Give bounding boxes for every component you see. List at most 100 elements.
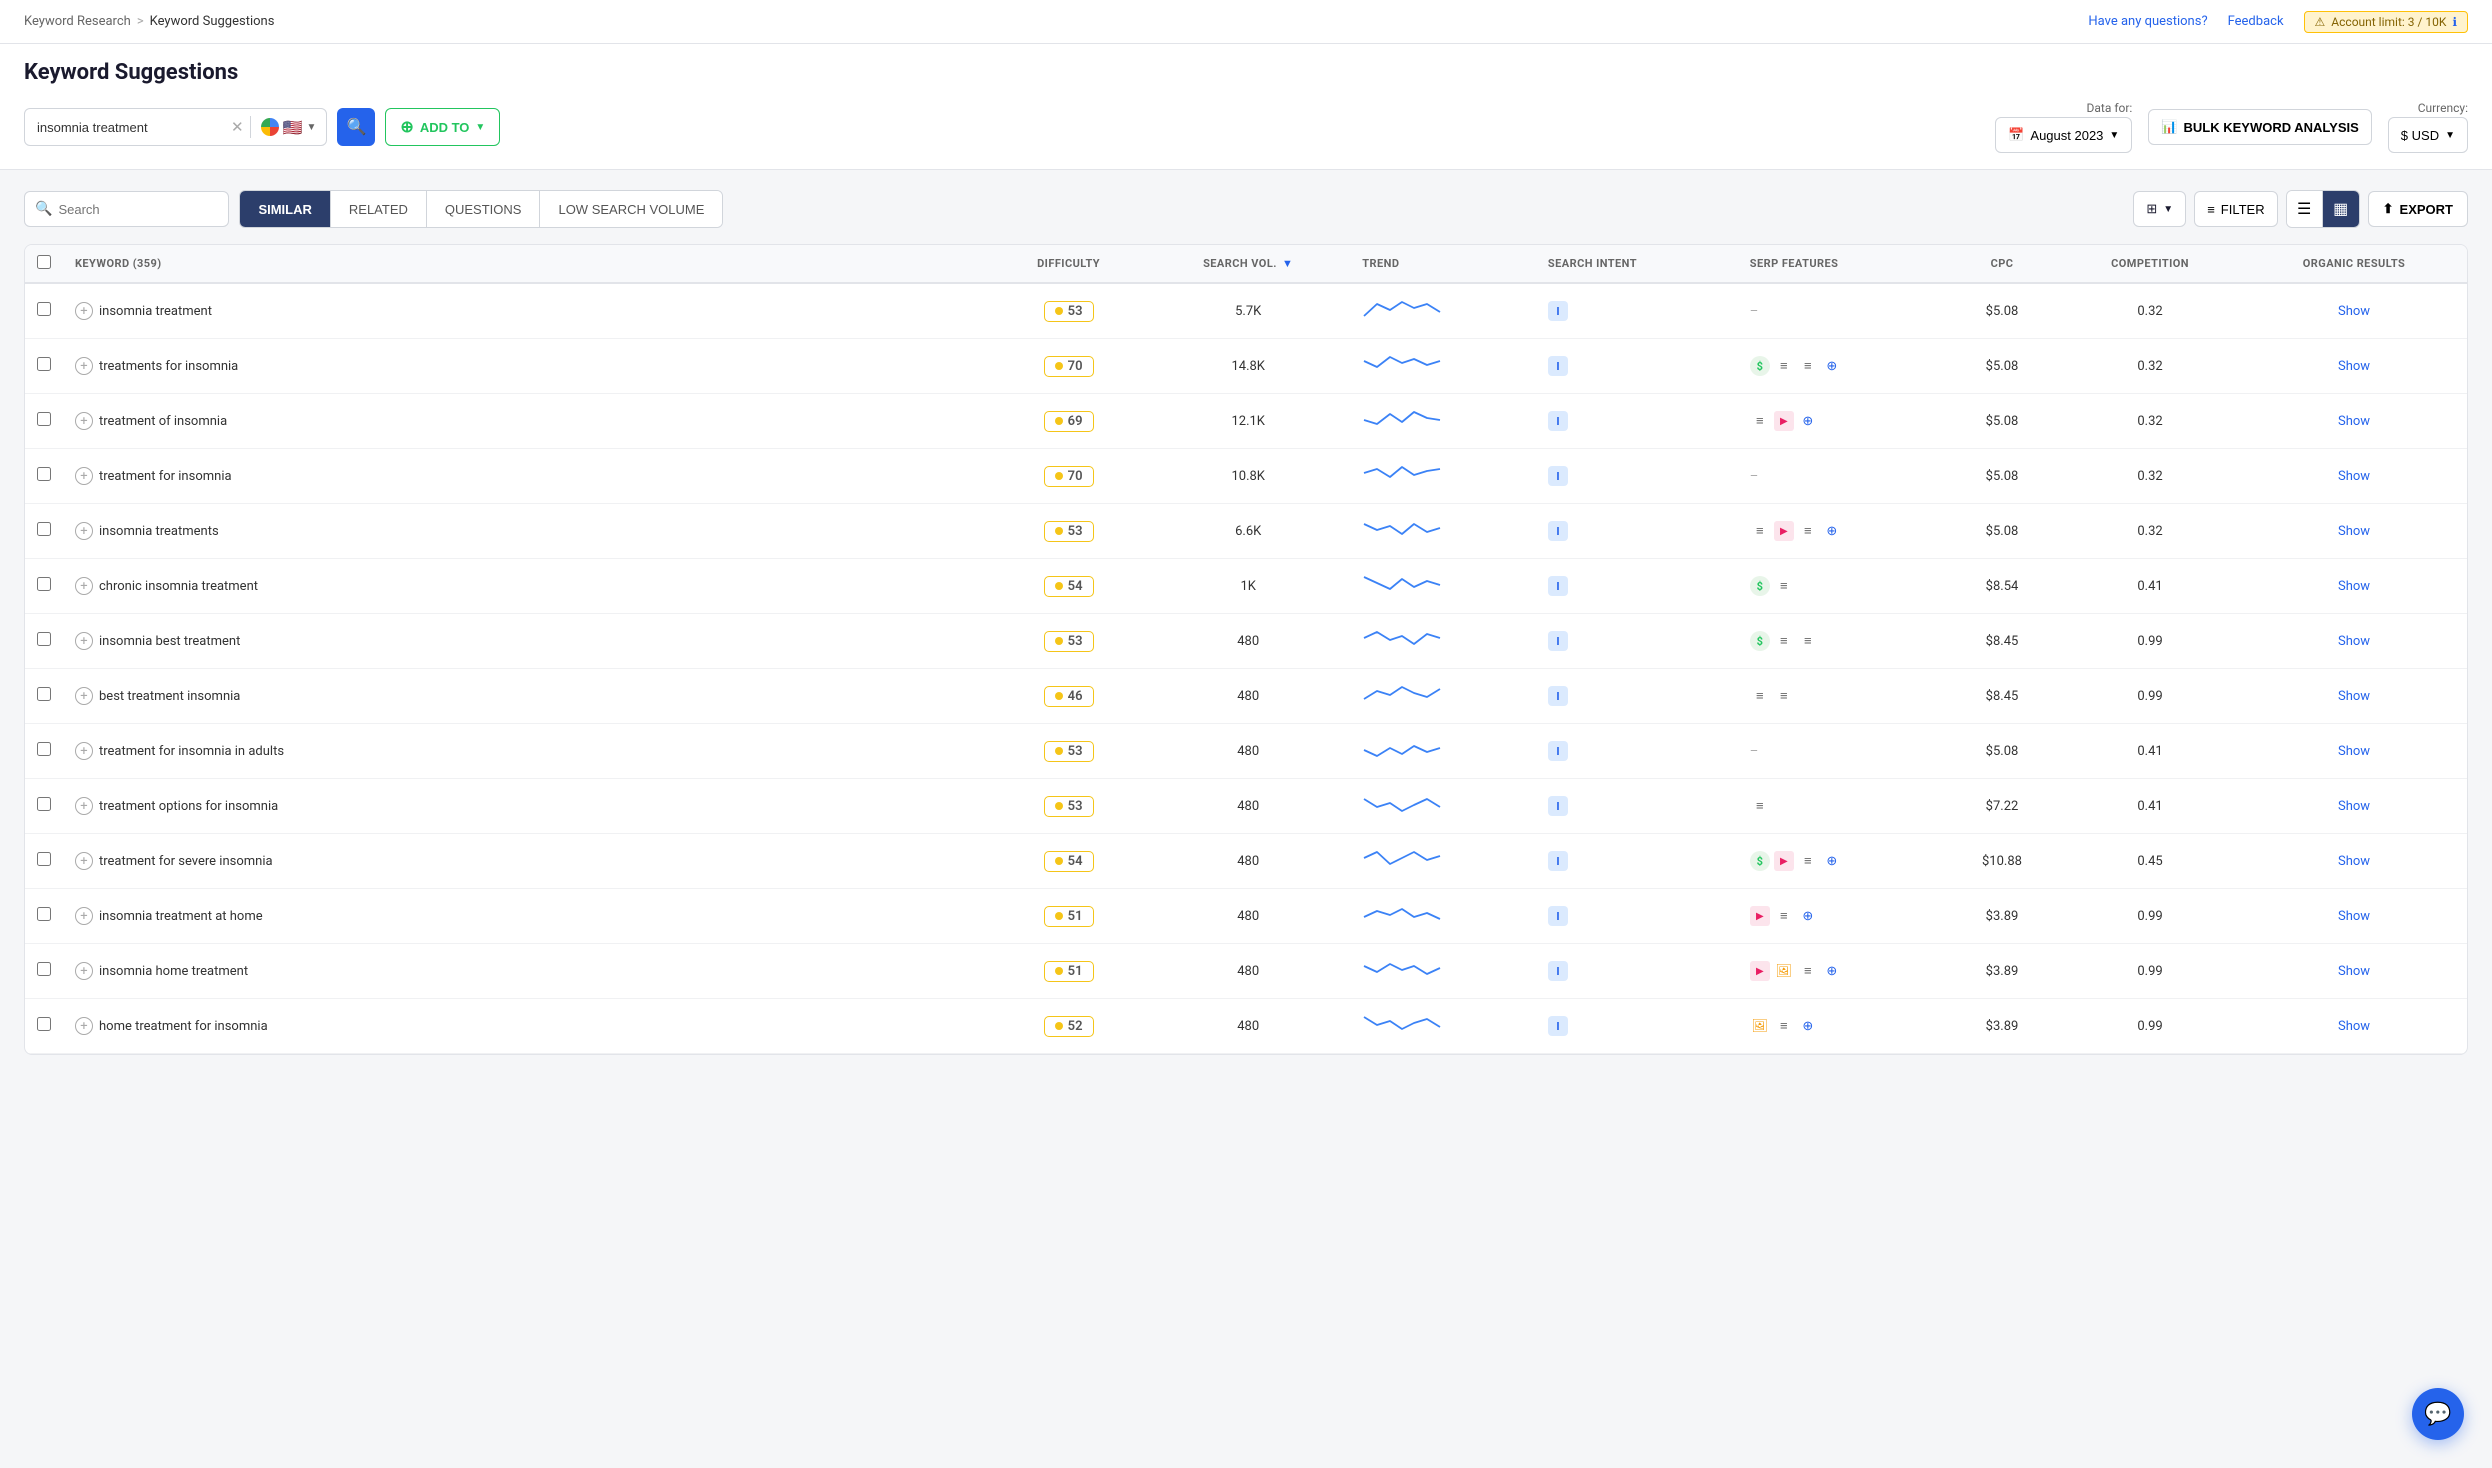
row-checkbox[interactable]: [37, 962, 51, 976]
table-search-input[interactable]: [58, 202, 218, 217]
add-keyword-button[interactable]: +: [75, 632, 93, 650]
tab-similar[interactable]: SIMILAR: [240, 191, 330, 227]
show-organic-link[interactable]: Show: [2338, 854, 2370, 869]
add-keyword-button[interactable]: +: [75, 852, 93, 870]
row-difficulty: 70: [991, 449, 1146, 504]
keyword-input[interactable]: [25, 120, 225, 135]
add-to-button[interactable]: ⊕ ADD TO ▼: [385, 108, 500, 146]
add-keyword-button[interactable]: +: [75, 797, 93, 815]
search-button[interactable]: 🔍: [337, 108, 375, 146]
network-serp-icon: ⊕: [1798, 411, 1818, 431]
row-checkbox[interactable]: [37, 687, 51, 701]
add-keyword-button[interactable]: +: [75, 1017, 93, 1035]
table-body: + insomnia treatment 53 5.7K I – $5.08 0…: [25, 283, 2467, 1054]
export-button[interactable]: ⬆ EXPORT: [2368, 191, 2468, 227]
search-engine-selector[interactable]: 🇺🇸 ▼: [251, 118, 327, 137]
row-trend: [1350, 889, 1536, 944]
row-checkbox[interactable]: [37, 467, 51, 481]
row-organic-results: Show: [2241, 449, 2467, 504]
row-cpc: $3.89: [1945, 889, 2059, 944]
row-checkbox[interactable]: [37, 412, 51, 426]
row-checkbox[interactable]: [37, 907, 51, 921]
network-serp-icon: ⊕: [1822, 356, 1842, 376]
add-keyword-button[interactable]: +: [75, 522, 93, 540]
show-organic-link[interactable]: Show: [2338, 634, 2370, 649]
show-organic-link[interactable]: Show: [2338, 799, 2370, 814]
clear-search-button[interactable]: ✕: [225, 118, 250, 136]
filter-button[interactable]: ≡ FILTER: [2194, 191, 2277, 227]
select-all-checkbox[interactable]: [37, 255, 51, 269]
row-checkbox[interactable]: [37, 302, 51, 316]
add-keyword-button[interactable]: +: [75, 687, 93, 705]
breadcrumb-keyword-research[interactable]: Keyword Research: [24, 14, 131, 29]
show-organic-link[interactable]: Show: [2338, 469, 2370, 484]
tab-low-search-volume[interactable]: LOW SEARCH VOLUME: [540, 191, 722, 227]
currency-selector[interactable]: $ USD ▼: [2388, 117, 2468, 153]
trend-sparkline: [1362, 679, 1442, 709]
row-checkbox[interactable]: [37, 797, 51, 811]
show-organic-link[interactable]: Show: [2338, 579, 2370, 594]
row-checkbox[interactable]: [37, 577, 51, 591]
header-cpc[interactable]: CPC: [1945, 245, 2059, 283]
tab-related[interactable]: RELATED: [331, 191, 427, 227]
chat-bubble[interactable]: 💬: [2412, 1388, 2464, 1440]
show-organic-link[interactable]: Show: [2338, 909, 2370, 924]
keyword-text: insomnia treatment: [99, 304, 212, 319]
row-checkbox[interactable]: [37, 1017, 51, 1031]
add-keyword-button[interactable]: +: [75, 742, 93, 760]
show-organic-link[interactable]: Show: [2338, 304, 2370, 319]
show-organic-link[interactable]: Show: [2338, 964, 2370, 979]
row-checkbox[interactable]: [37, 742, 51, 756]
keyword-text: treatment for severe insomnia: [99, 854, 273, 869]
add-keyword-button[interactable]: +: [75, 907, 93, 925]
show-organic-link[interactable]: Show: [2338, 359, 2370, 374]
difficulty-dot: [1055, 692, 1063, 700]
row-competition: 0.41: [2059, 724, 2241, 779]
header-search-vol[interactable]: SEARCH VOL. ▼: [1146, 245, 1350, 283]
row-serp-features: $≡: [1738, 559, 1945, 614]
row-serp-features: ≡: [1738, 779, 1945, 834]
intent-badge: I: [1548, 466, 1568, 486]
date-picker-button[interactable]: 📅 August 2023 ▼: [1995, 117, 2132, 153]
add-keyword-button[interactable]: +: [75, 577, 93, 595]
show-organic-link[interactable]: Show: [2338, 524, 2370, 539]
header-competition[interactable]: COMPETITION: [2059, 245, 2241, 283]
header-difficulty[interactable]: DIFFICULTY: [991, 245, 1146, 283]
feedback-link[interactable]: Feedback: [2228, 14, 2284, 29]
add-keyword-button[interactable]: +: [75, 467, 93, 485]
currency-value: $ USD: [2401, 128, 2439, 143]
show-organic-link[interactable]: Show: [2338, 744, 2370, 759]
header-keyword[interactable]: KEYWORD (359): [63, 245, 991, 283]
tab-questions[interactable]: QUESTIONS: [427, 191, 541, 227]
add-keyword-button[interactable]: +: [75, 412, 93, 430]
row-difficulty: 53: [991, 779, 1146, 834]
row-search-vol: 12.1K: [1146, 394, 1350, 449]
header-trend[interactable]: TREND: [1350, 245, 1536, 283]
row-organic-results: Show: [2241, 724, 2467, 779]
bulk-analysis-button[interactable]: 📊 BULK KEYWORD ANALYSIS: [2148, 109, 2371, 145]
header-organic-results[interactable]: ORGANIC RESULTS: [2241, 245, 2467, 283]
breadcrumb-sep: >: [137, 14, 144, 29]
show-organic-link[interactable]: Show: [2338, 1019, 2370, 1034]
row-checkbox[interactable]: [37, 632, 51, 646]
help-link[interactable]: Have any questions?: [2088, 14, 2207, 29]
grid-view-button[interactable]: ▦: [2323, 191, 2359, 227]
row-serp-features: ▶≡⊕: [1738, 889, 1945, 944]
row-checkbox[interactable]: [37, 522, 51, 536]
row-trend: [1350, 669, 1536, 724]
add-keyword-button[interactable]: +: [75, 357, 93, 375]
row-checkbox[interactable]: [37, 852, 51, 866]
add-keyword-button[interactable]: +: [75, 962, 93, 980]
add-keyword-button[interactable]: +: [75, 302, 93, 320]
row-checkbox[interactable]: [37, 357, 51, 371]
columns-selector[interactable]: ⊞ ▼: [2133, 191, 2186, 227]
row-trend: [1350, 283, 1536, 339]
show-organic-link[interactable]: Show: [2338, 414, 2370, 429]
row-difficulty: 53: [991, 614, 1146, 669]
header-search-intent[interactable]: SEARCH INTENT: [1536, 245, 1738, 283]
warning-icon: ⚠: [2315, 15, 2326, 29]
show-organic-link[interactable]: Show: [2338, 689, 2370, 704]
difficulty-badge: 69: [1044, 411, 1094, 432]
header-serp-features[interactable]: SERP FEATURES: [1738, 245, 1945, 283]
list-view-button[interactable]: ☰: [2287, 191, 2323, 227]
